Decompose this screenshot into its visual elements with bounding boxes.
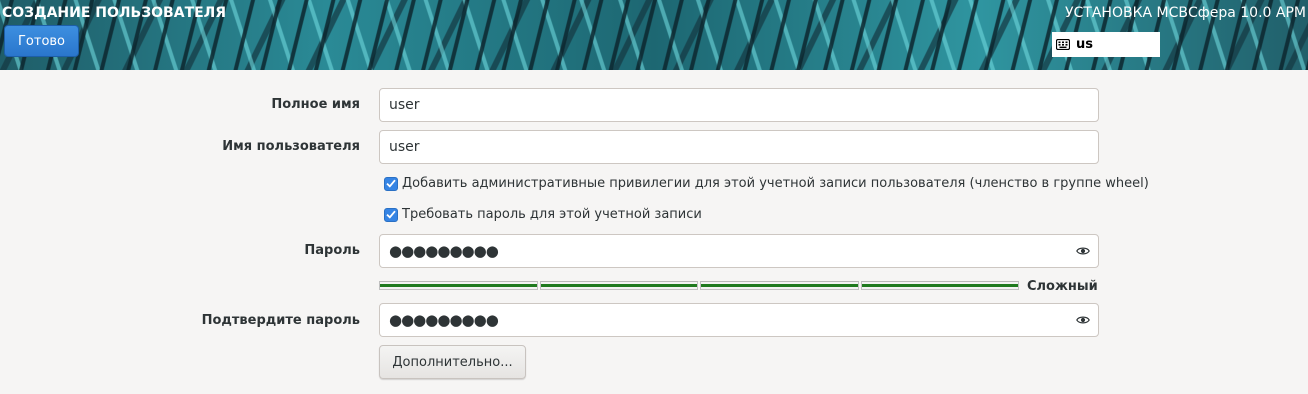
fullname-input[interactable]: user: [379, 88, 1099, 122]
fullname-value: user: [389, 97, 420, 113]
check-icon: [386, 179, 396, 188]
advanced-button[interactable]: Дополнительно...: [379, 345, 526, 379]
confirm-password-value: ●●●●●●●●●: [389, 311, 499, 329]
password-strength-label: Сложный: [1027, 279, 1098, 294]
username-label: Имя пользователя: [222, 139, 360, 154]
strength-segment: [860, 281, 1019, 290]
username-input[interactable]: user: [379, 130, 1099, 164]
keyboard-icon: [1056, 39, 1070, 50]
require-password-checkbox[interactable]: [384, 207, 398, 222]
password-label: Пароль: [304, 243, 360, 258]
keyboard-layout-label: us: [1076, 37, 1093, 52]
username-value: user: [389, 139, 420, 155]
show-password-eye-icon[interactable]: [1076, 244, 1090, 262]
password-strength-bar: [379, 281, 1019, 290]
strength-segment: [539, 281, 698, 290]
password-input[interactable]: ●●●●●●●●●: [379, 234, 1099, 268]
admin-checkbox-row[interactable]: Добавить административные привилегии для…: [384, 176, 1149, 191]
strength-segment: [700, 281, 859, 290]
require-password-checkbox-label: Требовать пароль для этой учетной записи: [402, 207, 702, 222]
done-button[interactable]: Готово: [4, 25, 79, 57]
header-banner: СОЗДАНИЕ ПОЛЬЗОВАТЕЛЯ Готово УСТАНОВКА М…: [0, 0, 1308, 70]
confirm-password-input[interactable]: ●●●●●●●●●: [379, 303, 1099, 337]
admin-checkbox[interactable]: [384, 176, 398, 191]
keyboard-layout-indicator[interactable]: us: [1052, 32, 1160, 57]
product-title: УСТАНОВКА МСВСфера 10.0 АРМ: [1064, 5, 1306, 21]
password-value: ●●●●●●●●●: [389, 242, 499, 260]
fullname-label: Полное имя: [271, 97, 360, 112]
strength-segment: [379, 281, 538, 290]
page-title: СОЗДАНИЕ ПОЛЬЗОВАТЕЛЯ: [2, 5, 227, 21]
admin-checkbox-label: Добавить административные привилегии для…: [402, 176, 1149, 191]
show-confirm-password-eye-icon[interactable]: [1076, 313, 1090, 331]
require-password-checkbox-row[interactable]: Требовать пароль для этой учетной записи: [384, 207, 702, 222]
check-icon: [386, 210, 396, 219]
confirm-password-label: Подтвердите пароль: [201, 313, 360, 328]
